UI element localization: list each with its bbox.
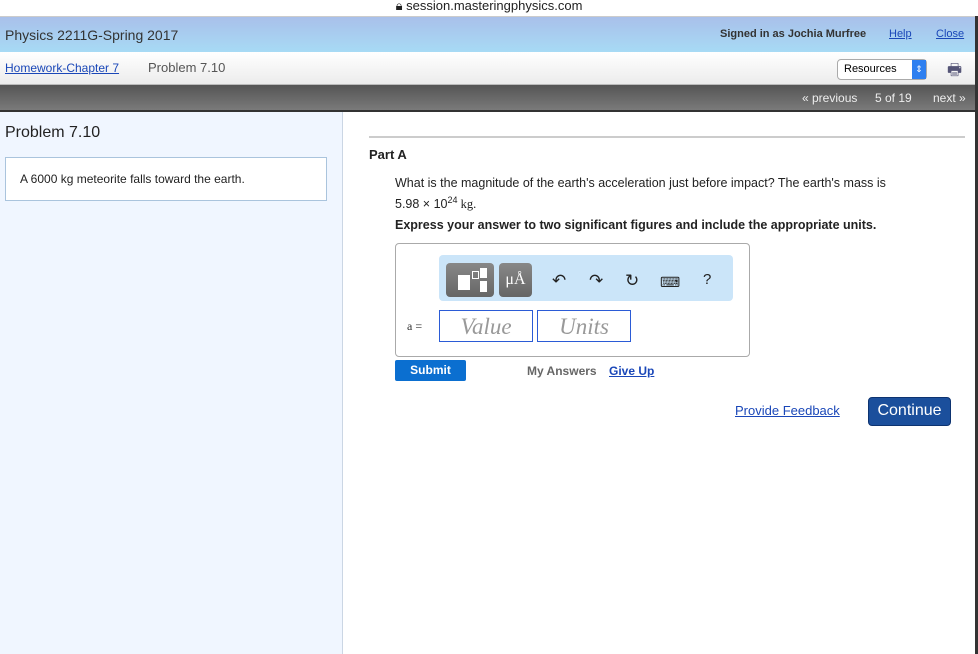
redo-icon[interactable]: ↷: [589, 271, 603, 291]
course-title: Physics 2211G-Spring 2017: [5, 27, 179, 43]
problem-statement: A 6000 kg meteorite falls toward the ear…: [5, 157, 327, 201]
answer-box: μÅ ↶ ↷ ↻ ⌨ ? a = Value Units: [395, 243, 750, 357]
breadcrumb-current: Problem 7.10: [148, 60, 226, 75]
units-input[interactable]: Units: [537, 310, 631, 342]
part-title: Part A: [369, 147, 407, 162]
pager: « previous 5 of 19 next »: [0, 85, 975, 112]
problem-panel: Problem 7.10 A 6000 kg meteorite falls t…: [0, 112, 343, 654]
close-link[interactable]: Close: [936, 28, 964, 40]
page-position: 5 of 19: [875, 91, 912, 105]
variable-label: a =: [407, 319, 423, 333]
resources-select[interactable]: Resources ⇕: [837, 59, 927, 80]
url-text: session.masteringphysics.com: [406, 0, 583, 13]
next-link[interactable]: next »: [933, 91, 966, 105]
keyboard-icon[interactable]: ⌨: [660, 274, 680, 291]
breadcrumb-homework-link[interactable]: Homework-Chapter 7: [5, 61, 119, 75]
address-bar[interactable]: 🔒︎ session.masteringphysics.com: [0, 0, 978, 16]
previous-link[interactable]: « previous: [802, 91, 857, 105]
units-button[interactable]: μÅ: [499, 263, 532, 297]
breadcrumb: Homework-Chapter 7 Problem 7.10 Resource…: [0, 52, 975, 85]
help-link[interactable]: Help: [889, 28, 912, 40]
divider: [369, 136, 965, 138]
instruction-text: Express your answer to two significant f…: [395, 218, 877, 232]
continue-button[interactable]: Continue: [868, 397, 951, 426]
chevron-updown-icon: ⇕: [912, 60, 926, 79]
resources-label: Resources: [844, 63, 897, 75]
value-input[interactable]: Value: [439, 310, 533, 342]
provide-feedback-link[interactable]: Provide Feedback: [735, 403, 840, 418]
my-answers-link[interactable]: My Answers: [527, 364, 597, 378]
templates-button[interactable]: [446, 263, 494, 297]
submit-button[interactable]: Submit: [395, 360, 466, 381]
give-up-link[interactable]: Give Up: [609, 364, 654, 378]
print-icon[interactable]: 🖶: [947, 59, 962, 86]
undo-icon[interactable]: ↶: [552, 271, 566, 291]
course-header: Physics 2211G-Spring 2017 Signed in as J…: [0, 16, 975, 53]
lock-icon: 🔒︎: [395, 0, 403, 13]
math-toolbar: μÅ ↶ ↷ ↻ ⌨ ?: [439, 255, 733, 301]
reset-icon[interactable]: ↻: [625, 271, 639, 291]
signed-in-text: Signed in as Jochia Murfree: [720, 28, 867, 40]
problem-title: Problem 7.10: [5, 124, 101, 141]
question-text: What is the magnitude of the earth's acc…: [395, 176, 886, 212]
help-icon[interactable]: ?: [703, 271, 711, 288]
